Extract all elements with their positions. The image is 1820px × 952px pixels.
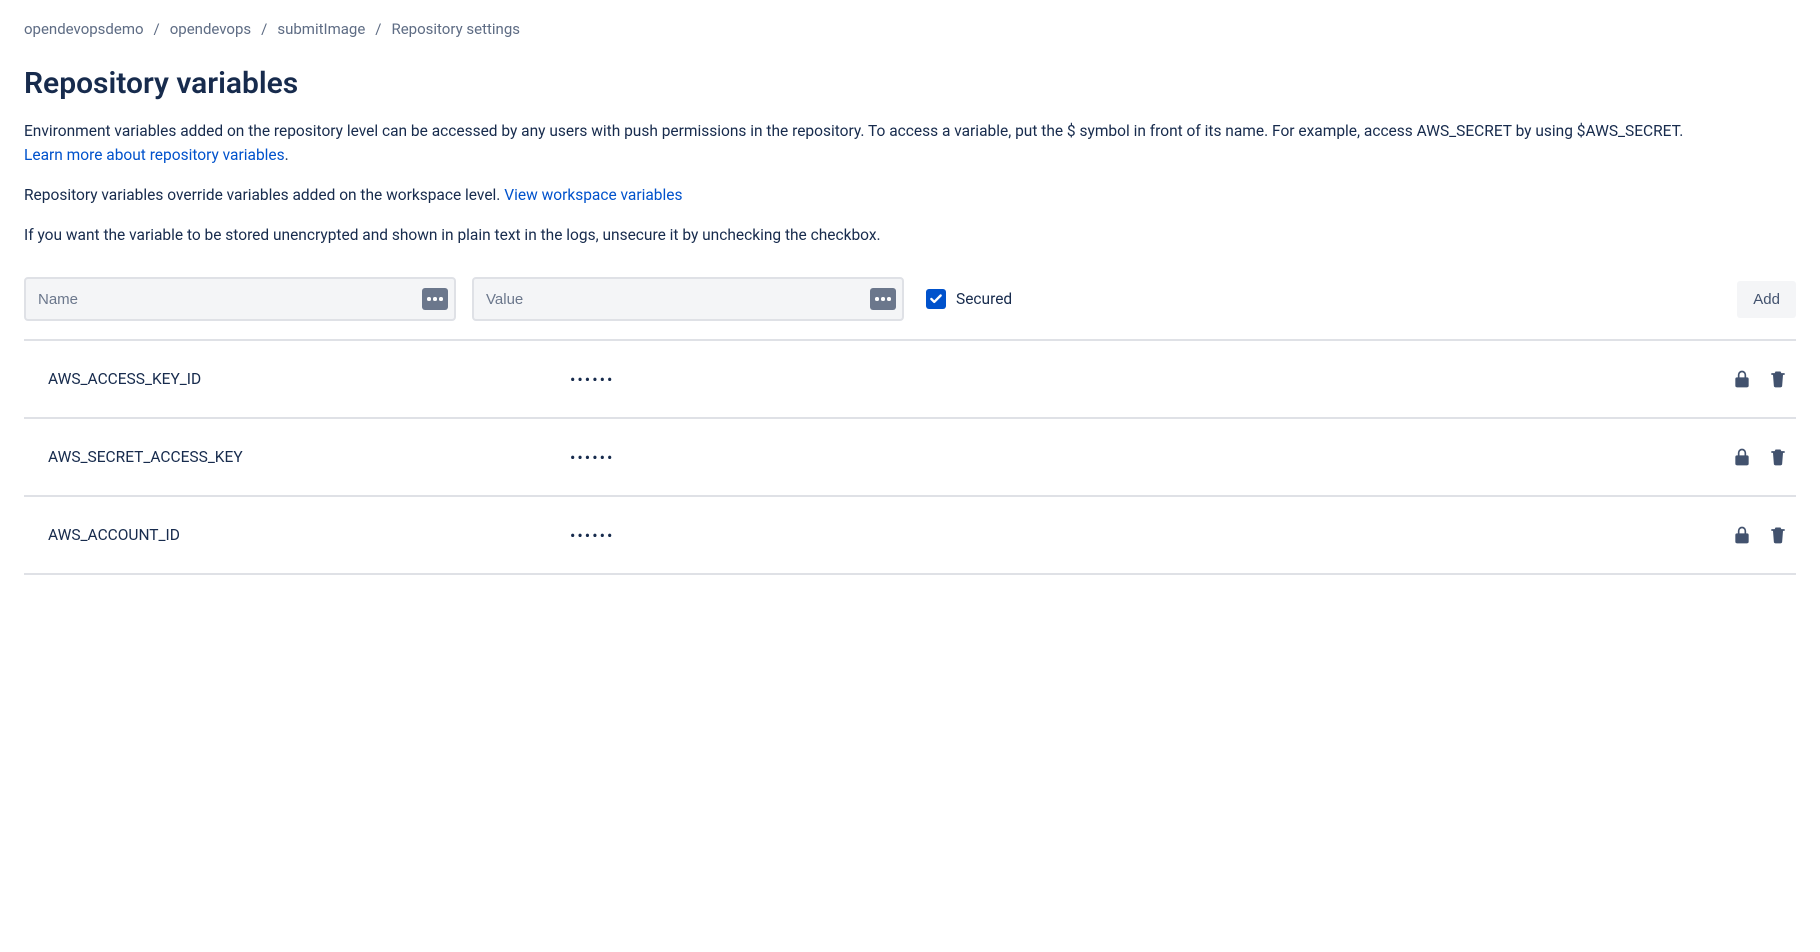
add-variable-form: Secured Add	[24, 263, 1796, 341]
name-input-wrap	[24, 277, 456, 321]
delete-icon[interactable]	[1768, 525, 1788, 545]
variable-row: AWS_ACCESS_KEY_ID ••••••	[24, 341, 1796, 419]
breadcrumb: opendevopsdemo / opendevops / submitImag…	[24, 20, 1796, 38]
breadcrumb-project[interactable]: opendevops	[170, 20, 251, 38]
variable-value: ••••••	[570, 370, 1732, 389]
breadcrumb-workspace[interactable]: opendevopsdemo	[24, 20, 144, 38]
description-paragraph-2: Repository variables override variables …	[24, 183, 1796, 207]
breadcrumb-separator: /	[154, 20, 160, 38]
delete-icon[interactable]	[1768, 369, 1788, 389]
variable-actions	[1732, 525, 1796, 545]
variable-name: AWS_ACCOUNT_ID	[48, 526, 570, 544]
lock-icon[interactable]	[1732, 447, 1752, 467]
lock-icon[interactable]	[1732, 369, 1752, 389]
variable-name: AWS_SECRET_ACCESS_KEY	[48, 448, 570, 466]
breadcrumb-separator: /	[375, 20, 381, 38]
variable-value: ••••••	[570, 526, 1732, 545]
secured-label: Secured	[956, 290, 1012, 308]
name-input[interactable]	[26, 279, 454, 319]
variable-actions	[1732, 369, 1796, 389]
variable-row: AWS_ACCOUNT_ID ••••••	[24, 497, 1796, 575]
secured-checkbox-wrap: Secured	[926, 289, 1012, 309]
description-text-2: Repository variables override variables …	[24, 186, 504, 204]
name-password-manager-icon[interactable]	[422, 288, 448, 310]
view-workspace-variables-link[interactable]: View workspace variables	[504, 186, 682, 204]
variables-list: AWS_ACCESS_KEY_ID •••••• AWS_SECRET_ACCE…	[24, 341, 1796, 575]
value-input-wrap	[472, 277, 904, 321]
add-button[interactable]: Add	[1737, 281, 1796, 318]
lock-icon[interactable]	[1732, 525, 1752, 545]
breadcrumb-section[interactable]: Repository settings	[391, 20, 520, 38]
secured-checkbox[interactable]	[926, 289, 946, 309]
description-text-1: Environment variables added on the repos…	[24, 122, 1683, 140]
description-paragraph-1: Environment variables added on the repos…	[24, 119, 1796, 167]
variable-actions	[1732, 447, 1796, 467]
variable-name: AWS_ACCESS_KEY_ID	[48, 370, 570, 388]
variable-row: AWS_SECRET_ACCESS_KEY ••••••	[24, 419, 1796, 497]
breadcrumb-repo[interactable]: submitImage	[277, 20, 365, 38]
description-paragraph-3: If you want the variable to be stored un…	[24, 223, 1796, 247]
delete-icon[interactable]	[1768, 447, 1788, 467]
page-title: Repository variables	[24, 66, 1796, 101]
value-password-manager-icon[interactable]	[870, 288, 896, 310]
breadcrumb-separator: /	[261, 20, 267, 38]
value-input[interactable]	[474, 279, 902, 319]
learn-more-link[interactable]: Learn more about repository variables	[24, 146, 285, 164]
variable-value: ••••••	[570, 448, 1732, 467]
